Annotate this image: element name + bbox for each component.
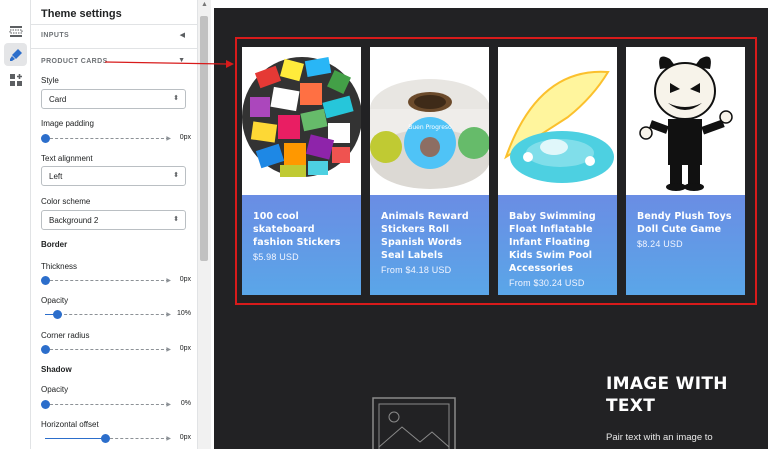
border-thickness-label: Thickness (41, 262, 78, 271)
panel-scrollbar[interactable]: ▲ (197, 0, 211, 449)
app-embeds-nav-button[interactable] (4, 68, 27, 91)
slider-track (45, 280, 169, 281)
slider-thumb[interactable] (101, 434, 110, 443)
slider-fill (45, 438, 105, 439)
icon-rail (0, 0, 31, 449)
panel-title: Theme settings (41, 8, 122, 20)
slider-thumb[interactable] (53, 310, 62, 319)
slider-track (105, 438, 169, 439)
select-caret-icon: ⬍ (173, 95, 179, 102)
highlight-box (235, 37, 757, 305)
horizontal-offset-slider[interactable]: ▶ 0px (41, 432, 191, 444)
slider-track (45, 349, 169, 350)
horizontal-offset-label: Horizontal offset (41, 420, 99, 429)
text-alignment-select-value: Left (49, 172, 63, 181)
slider-arrow-icon: ▶ (166, 436, 171, 442)
slider-thumb[interactable] (41, 345, 50, 354)
slider-value: 0px (179, 276, 191, 283)
border-heading: Border (41, 240, 68, 249)
chevron-left-icon[interactable]: ◀ (180, 31, 185, 39)
sections-nav-button[interactable] (4, 19, 27, 42)
color-scheme-label: Color scheme (41, 197, 91, 206)
corner-radius-label: Corner radius (41, 331, 90, 340)
sections-icon (9, 25, 22, 37)
theme-settings-panel: Theme settings INPUTS ◀ PRODUCT CARDS ▼ … (31, 0, 197, 449)
slider-value: 0px (179, 434, 191, 441)
slider-thumb[interactable] (41, 400, 50, 409)
theme-settings-nav-button[interactable] (4, 43, 27, 66)
text-alignment-select[interactable]: Left ⬍ (41, 166, 186, 186)
shadow-opacity-label: Opacity (41, 385, 69, 394)
scrollbar-thumb[interactable] (200, 16, 208, 261)
style-label: Style (41, 76, 59, 85)
color-scheme-select-value: Background 2 (49, 216, 99, 225)
image-with-text-heading: IMAGE WITH TEXT (606, 374, 728, 416)
apps-icon (9, 73, 22, 86)
select-caret-icon: ⬍ (173, 216, 179, 223)
image-placeholder-icon (372, 397, 456, 449)
image-with-text-body: Pair text with an image to (606, 432, 713, 443)
slider-arrow-icon: ▶ (166, 278, 171, 284)
scroll-up-arrow-icon[interactable]: ▲ (201, 1, 208, 8)
slider-arrow-icon: ▶ (166, 402, 171, 408)
border-thickness-slider[interactable]: ▶ 0px (41, 274, 191, 286)
slider-arrow-icon: ▶ (166, 312, 171, 318)
slider-arrow-icon: ▶ (166, 136, 171, 142)
text-alignment-label: Text alignment (41, 154, 93, 163)
shadow-heading: Shadow (41, 365, 72, 374)
slider-thumb[interactable] (41, 276, 50, 285)
divider (31, 48, 197, 49)
inputs-section-toggle[interactable]: INPUTS (41, 32, 69, 39)
image-padding-label: Image padding (41, 119, 94, 128)
product-cards-section-toggle[interactable]: PRODUCT CARDS (41, 58, 108, 65)
style-select-value: Card (49, 95, 67, 104)
divider (31, 24, 197, 25)
corner-radius-slider[interactable]: ▶ 0px (41, 343, 191, 355)
select-caret-icon: ⬍ (173, 172, 179, 179)
image-padding-slider[interactable]: ▶ 0px (41, 132, 191, 144)
style-select[interactable]: Card ⬍ (41, 89, 186, 109)
slider-track (59, 314, 169, 315)
slider-value: 0% (180, 400, 191, 407)
slider-thumb[interactable] (41, 134, 50, 143)
chevron-down-icon[interactable]: ▼ (178, 57, 185, 64)
slider-track (45, 138, 169, 139)
paint-brush-icon (9, 48, 22, 61)
border-opacity-slider[interactable]: ▶ 10% (41, 308, 191, 320)
shadow-opacity-slider[interactable]: ▶ 0% (41, 398, 191, 410)
slider-value: 0px (179, 134, 191, 141)
color-scheme-select[interactable]: Background 2 ⬍ (41, 210, 186, 230)
slider-track (45, 404, 169, 405)
slider-value: 0px (179, 345, 191, 352)
slider-arrow-icon: ▶ (166, 347, 171, 353)
slider-value: 10% (176, 310, 191, 317)
border-opacity-label: Opacity (41, 296, 69, 305)
